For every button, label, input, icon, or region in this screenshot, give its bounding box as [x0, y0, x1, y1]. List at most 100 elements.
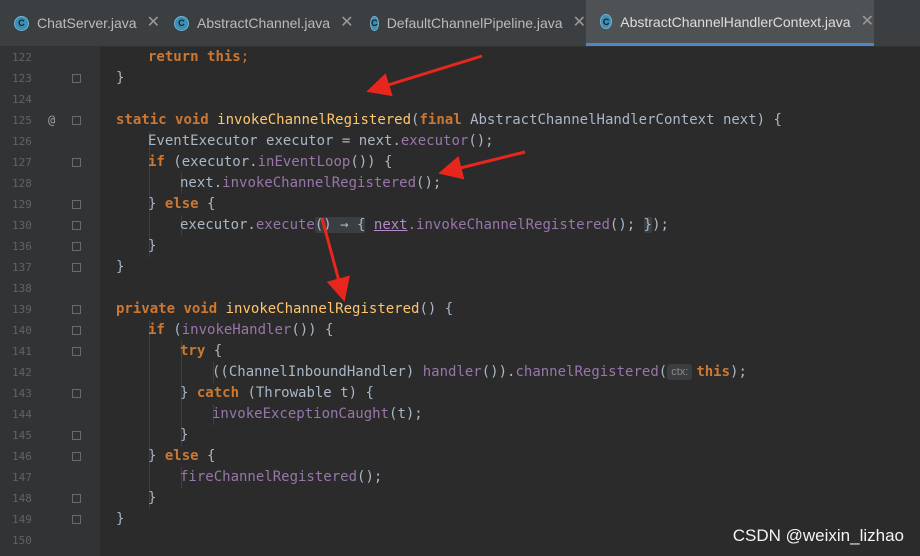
line-number: 127	[12, 156, 32, 169]
code-token: handler	[422, 364, 482, 380]
code-token: }	[148, 490, 157, 506]
code-line[interactable]: return this;	[148, 47, 249, 68]
code-token: ()).	[481, 364, 516, 380]
code-token: executor.	[180, 217, 256, 233]
line-number: 139	[12, 303, 32, 316]
code-token: void	[175, 112, 209, 128]
code-line[interactable]: }	[148, 488, 156, 509]
tab-chatserver[interactable]: C ChatServer.java ✕	[0, 0, 160, 46]
override-marker-icon[interactable]: @	[48, 110, 55, 131]
line-number: 145	[12, 429, 32, 442]
line-number: 130	[12, 219, 32, 232]
code-token: next	[722, 112, 757, 128]
code-token: catch	[196, 385, 240, 401]
code-token: ();	[468, 133, 494, 149]
fold-icon[interactable]	[72, 431, 81, 440]
code-line[interactable]: next.invokeChannelRegistered();	[180, 173, 441, 194]
tab-abstractchannelhandlercontext[interactable]: C AbstractChannelHandlerContext.java ✕	[586, 0, 874, 46]
code-token: {	[198, 196, 216, 212]
code-line[interactable]: } else {	[148, 446, 215, 467]
fold-icon[interactable]	[72, 221, 81, 230]
code-token: ChannelInboundHandler	[228, 364, 406, 380]
close-icon[interactable]: ✕	[147, 15, 160, 31]
code-line[interactable]: }	[116, 257, 124, 278]
code-token: invokeChannelRegistered	[217, 112, 412, 128]
fold-icon[interactable]	[72, 326, 81, 335]
line-number: 124	[12, 93, 32, 106]
watermark: CSDN @weixin_lizhao	[732, 526, 904, 545]
fold-icon[interactable]	[72, 158, 81, 167]
fold-icon[interactable]	[72, 74, 81, 83]
fold-icon[interactable]	[72, 305, 81, 314]
code-token: );	[730, 364, 747, 380]
line-number: 142	[12, 366, 32, 379]
close-icon[interactable]: ✕	[861, 13, 874, 30]
code-token: ()) {	[350, 154, 393, 170]
code-line[interactable]: }	[116, 68, 124, 89]
code-token: ((	[212, 364, 229, 380]
code-line[interactable]: static void invokeChannelRegistered(fina…	[116, 110, 782, 131]
code-line[interactable]: } else {	[148, 194, 215, 215]
line-number: 137	[12, 261, 32, 274]
line-number: 128	[12, 177, 32, 190]
code-token: }	[116, 70, 125, 86]
code-token: (executor.	[173, 154, 258, 170]
code-token: invokeChannelRegistered	[222, 175, 417, 191]
editor-tab-bar: C ChatServer.java ✕ C AbstractChannel.ja…	[0, 0, 920, 47]
tab-defaultchannelpipeline[interactable]: C DefaultChannelPipeline.java ✕	[356, 0, 586, 46]
line-number: 144	[12, 408, 32, 421]
code-token: {	[198, 448, 216, 464]
code-token: channelRegistered	[515, 364, 659, 380]
code-token: }	[180, 385, 197, 401]
code-line[interactable]: private void invokeChannelRegistered() {	[116, 299, 453, 320]
code-token: }	[116, 511, 125, 527]
line-number: 147	[12, 471, 32, 484]
fold-icon[interactable]	[72, 200, 81, 209]
tab-label: DefaultChannelPipeline.java	[386, 15, 563, 31]
code-line[interactable]: try {	[180, 341, 222, 362]
close-icon[interactable]: ✕	[573, 15, 586, 31]
parameter-hint: ctx:	[667, 364, 693, 380]
code-token: (	[239, 385, 256, 401]
code-token: if	[148, 322, 165, 338]
code-token: Throwable	[255, 385, 332, 401]
line-number: 136	[12, 240, 32, 253]
code-line[interactable]: executor.execute() → { next.invokeChanne…	[180, 215, 669, 236]
code-token: (	[658, 364, 668, 380]
code-token: );	[652, 217, 669, 233]
code-token: executor	[400, 133, 469, 149]
code-token: static	[116, 112, 167, 128]
tab-abstractchannel[interactable]: C AbstractChannel.java ✕	[160, 0, 356, 46]
collapsed-lambda[interactable]: () → {	[314, 217, 366, 233]
code-line[interactable]: }	[116, 509, 124, 530]
fold-icon[interactable]	[72, 515, 81, 524]
code-token: }	[148, 196, 165, 212]
code-token: AbstractChannelHandlerContext	[470, 112, 715, 128]
code-line[interactable]: fireChannelRegistered();	[180, 467, 382, 488]
fold-icon[interactable]	[72, 494, 81, 503]
code-line[interactable]: ((ChannelInboundHandler) handler()).chan…	[212, 362, 747, 383]
code-line[interactable]: }	[180, 425, 188, 446]
fold-icon[interactable]	[72, 116, 81, 125]
code-line[interactable]: if (invokeHandler()) {	[148, 320, 333, 341]
code-line[interactable]: } catch (Throwable t) {	[180, 383, 374, 404]
code-line[interactable]: }	[148, 236, 156, 257]
code-token: invokeChannelRegistered	[225, 301, 420, 317]
collapsed-lambda-end[interactable]: }	[643, 217, 653, 233]
fold-icon[interactable]	[72, 263, 81, 272]
code-editor[interactable]: return this; } static void invokeChannel…	[100, 47, 920, 556]
code-line[interactable]: EventExecutor executor = next.executor()…	[148, 131, 494, 152]
fold-icon[interactable]	[72, 347, 81, 356]
fold-icon[interactable]	[72, 389, 81, 398]
code-line[interactable]: invokeExceptionCaught(t);	[212, 404, 423, 425]
close-icon[interactable]: ✕	[340, 15, 353, 31]
fold-icon[interactable]	[72, 452, 81, 461]
line-number: 141	[12, 345, 32, 358]
code-token: invokeExceptionCaught	[212, 406, 390, 422]
line-number-gutter[interactable]: 122 123 124 125 126 127 128 129 130 136 …	[0, 47, 100, 556]
fold-icon[interactable]	[72, 242, 81, 251]
code-token: void	[183, 301, 218, 317]
code-line[interactable]: if (executor.inEventLoop()) {	[148, 152, 392, 173]
code-token: }	[180, 427, 189, 443]
line-number: 125	[12, 114, 32, 127]
